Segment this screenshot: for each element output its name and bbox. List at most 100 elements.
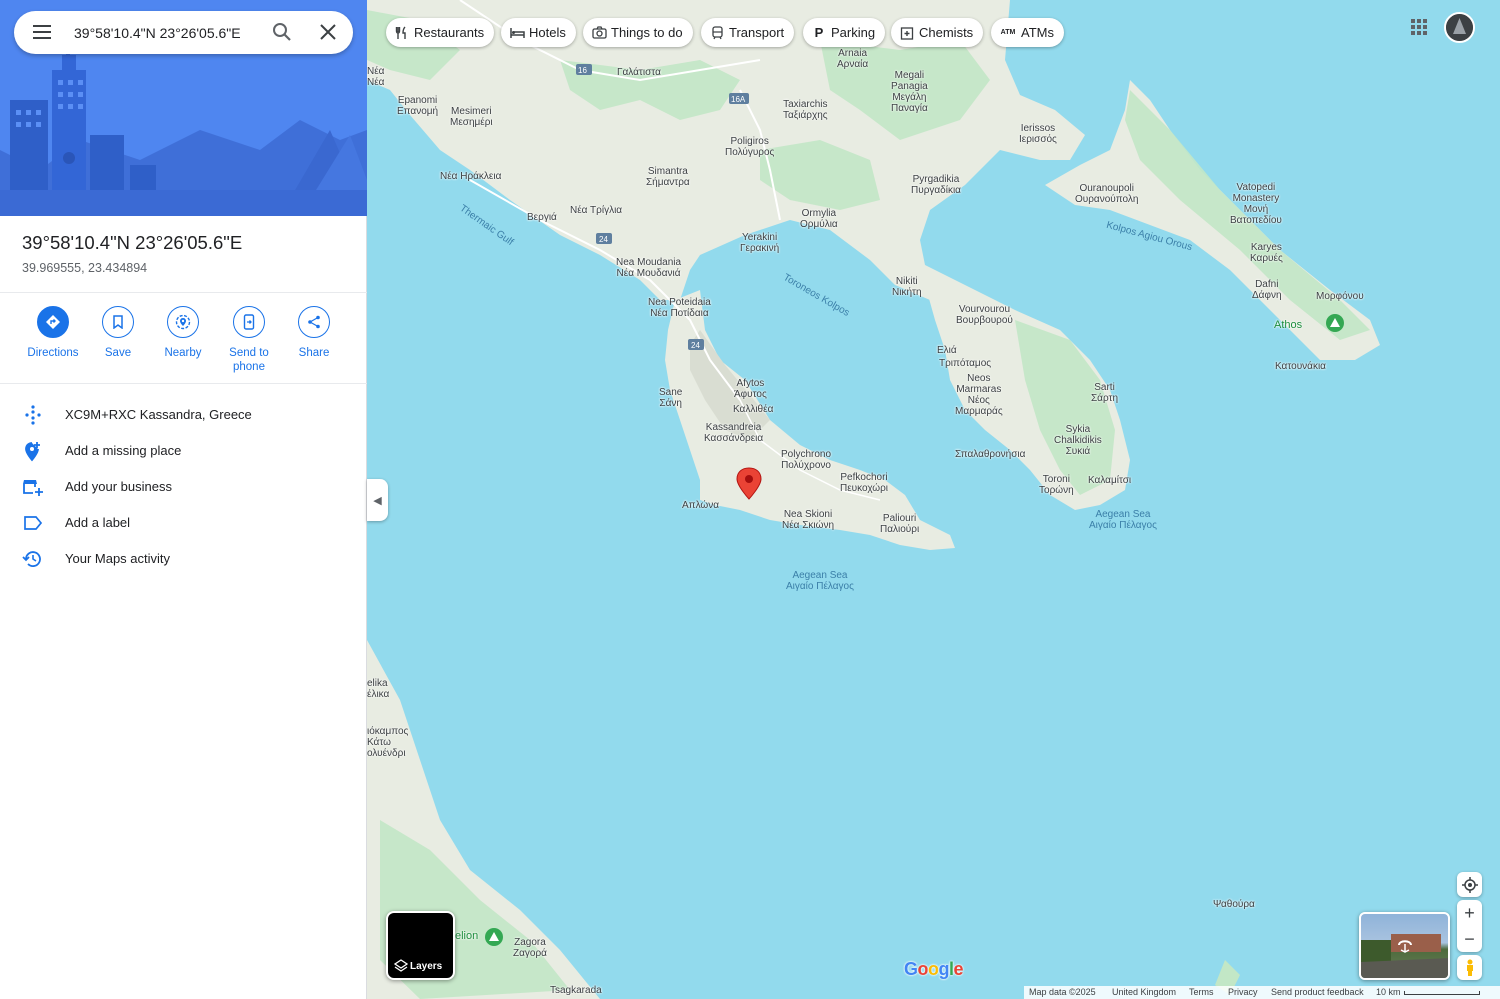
add-missing-place-row[interactable]: Add a missing place bbox=[0, 434, 367, 468]
pegman-icon bbox=[1466, 959, 1473, 976]
send-to-phone-button[interactable]: Send to phone bbox=[217, 305, 281, 374]
hotel-icon bbox=[509, 25, 525, 41]
add-business-icon bbox=[23, 480, 43, 496]
nearby-button[interactable]: Nearby bbox=[151, 305, 215, 360]
water-label: Aegean Sea Αιγαίο Πέλαγος bbox=[786, 570, 854, 592]
map-label: Megali Panagia Μεγάλη Παναγία bbox=[891, 70, 928, 114]
map-label: Karyes Καρυές bbox=[1250, 242, 1283, 264]
plus-icon: + bbox=[1464, 902, 1475, 923]
map-label: Ψαθούρα bbox=[1213, 899, 1255, 910]
history-icon bbox=[22, 551, 41, 567]
minus-icon: − bbox=[1464, 928, 1475, 949]
add-business-row[interactable]: Add your business bbox=[0, 470, 367, 504]
google-logo: Google bbox=[904, 959, 964, 979]
apps-grid-icon[interactable] bbox=[1410, 18, 1428, 36]
chip-label: Parking bbox=[831, 25, 876, 40]
map-label: Zagora Ζαγορά bbox=[513, 937, 547, 959]
add-label-row[interactable]: Add a label bbox=[0, 506, 367, 540]
share-button[interactable]: Share bbox=[282, 305, 346, 360]
layers-button[interactable]: Layers bbox=[386, 911, 455, 980]
map-label: Κατουνάκια bbox=[1275, 361, 1326, 372]
chip-restaurants[interactable]: Restaurants bbox=[386, 18, 495, 47]
road-label: 16A bbox=[731, 95, 746, 104]
send-to-phone-label: Send to phone bbox=[229, 347, 269, 373]
chip-label: Transport bbox=[729, 25, 785, 40]
water-label: Aegean Sea Αιγαίο Πέλαγος bbox=[1089, 509, 1157, 531]
map-label: Arnaia Αρναία bbox=[837, 48, 869, 70]
map-label: Mesimeri Μεσημέρι bbox=[450, 106, 493, 128]
map-label: Neos Marmaras Νέος Μαρμαράς bbox=[955, 373, 1003, 417]
map-label: Σπαλαθρονήσια bbox=[955, 449, 1026, 460]
map-label: ιόκαμπος Κάτω ολυένδρι bbox=[367, 726, 409, 759]
map-label: Pefkochori Πευκοχώρι bbox=[840, 472, 889, 494]
map-label: Athos bbox=[1274, 319, 1303, 331]
chip-label: ATMs bbox=[1021, 25, 1054, 40]
map-base bbox=[367, 0, 1500, 999]
map-label: Απλώνα bbox=[682, 500, 720, 511]
map-data-attribution: Map data ©2025 bbox=[1029, 987, 1096, 997]
share-icon bbox=[298, 306, 330, 338]
map-label: Νέα Τρίγλια bbox=[570, 205, 623, 216]
plus-code-icon bbox=[25, 405, 41, 425]
map-label: Sykia Chalkidikis Συκιά bbox=[1054, 424, 1102, 457]
feedback-link[interactable]: Send product feedback bbox=[1271, 987, 1364, 997]
atm-icon: ATM bbox=[1000, 29, 1016, 36]
chip-parking[interactable]: P Parking bbox=[803, 18, 886, 47]
road-label: 24 bbox=[691, 341, 700, 350]
chip-things-to-do[interactable]: Things to do bbox=[583, 18, 693, 47]
map-label: Tsagkarada bbox=[550, 985, 602, 996]
chip-atms[interactable]: ATM ATMs bbox=[991, 18, 1064, 47]
map-label: Βεργιά bbox=[527, 212, 557, 223]
map-label: Vourvourou Βουρβουρού bbox=[956, 304, 1013, 326]
chip-transport[interactable]: Transport bbox=[701, 18, 795, 47]
maps-activity-row[interactable]: Your Maps activity bbox=[0, 542, 367, 576]
chip-label: Hotels bbox=[529, 25, 566, 40]
map-label: elika έλικα bbox=[367, 678, 390, 700]
map-label: Epanomi Επανομή bbox=[397, 95, 439, 117]
scale-label[interactable]: 10 km bbox=[1376, 987, 1401, 997]
search-input[interactable] bbox=[72, 19, 266, 47]
add-business-text: Add your business bbox=[65, 479, 172, 494]
zoom-out-button[interactable]: − bbox=[1464, 926, 1475, 952]
maps-app: 16 16A 24 24 Γαλάτιστα Arnaia Αρναία Meg… bbox=[0, 0, 1500, 999]
map-label: Poligiros Πολύγυρος bbox=[725, 136, 775, 158]
menu-icon[interactable] bbox=[32, 21, 52, 43]
pegman-button[interactable] bbox=[1457, 955, 1482, 980]
layers-icon bbox=[394, 959, 408, 972]
map-label: elion bbox=[455, 930, 479, 942]
close-icon[interactable] bbox=[317, 21, 339, 43]
map-label: Ελιά bbox=[937, 345, 957, 356]
chip-chemists[interactable]: Chemists bbox=[891, 18, 984, 47]
collapse-panel-button[interactable]: ◀ bbox=[367, 479, 388, 521]
map-canvas[interactable]: 16 16A 24 24 Γαλάτιστα Arnaia Αρναία Meg… bbox=[367, 0, 1500, 999]
country-link[interactable]: United Kingdom bbox=[1112, 987, 1176, 997]
road-label: 24 bbox=[599, 235, 608, 244]
place-coordinates: 39.969555, 23.434894 bbox=[22, 261, 148, 275]
street-view-thumbnail[interactable] bbox=[1359, 912, 1450, 980]
zoom-in-button[interactable]: + bbox=[1464, 900, 1475, 926]
search-box[interactable] bbox=[14, 11, 353, 54]
account-avatar[interactable] bbox=[1444, 12, 1475, 43]
place-title: 39°58'10.4"N 23°26'05.6"E bbox=[22, 232, 243, 253]
place-sidebar: 39°58'10.4"N 23°26'05.6"E 39.969555, 23.… bbox=[0, 0, 367, 999]
map-label: Καλαμίτσι bbox=[1088, 475, 1132, 486]
map-label: Kassandreia Κασσάνδρεια bbox=[704, 422, 764, 444]
my-location-button[interactable] bbox=[1457, 872, 1482, 897]
chevron-left-icon: ◀ bbox=[373, 494, 382, 507]
train-icon bbox=[709, 25, 725, 41]
chip-hotels[interactable]: Hotels bbox=[501, 18, 576, 47]
privacy-link[interactable]: Privacy bbox=[1228, 987, 1258, 997]
map-label: Μορφόνου bbox=[1316, 291, 1364, 302]
parking-icon: P bbox=[814, 25, 824, 40]
save-button[interactable]: Save bbox=[86, 305, 150, 360]
add-label-text: Add a label bbox=[65, 515, 131, 530]
search-icon[interactable] bbox=[271, 21, 293, 43]
map-label: Ierissos Ιερισσός bbox=[1019, 123, 1057, 145]
terms-link[interactable]: Terms bbox=[1189, 987, 1214, 997]
add-missing-place-text: Add a missing place bbox=[65, 443, 182, 458]
map-label: Nea Moudania Νέα Μουδανιά bbox=[616, 257, 682, 279]
plus-code-row[interactable]: XC9M+RXC Kassandra, Greece bbox=[0, 398, 367, 432]
map-label: Vatopedi Monastery Μονή Βατοπεδίου bbox=[1230, 182, 1282, 226]
directions-button[interactable]: Directions bbox=[21, 305, 85, 360]
nearby-label: Nearby bbox=[164, 347, 202, 359]
